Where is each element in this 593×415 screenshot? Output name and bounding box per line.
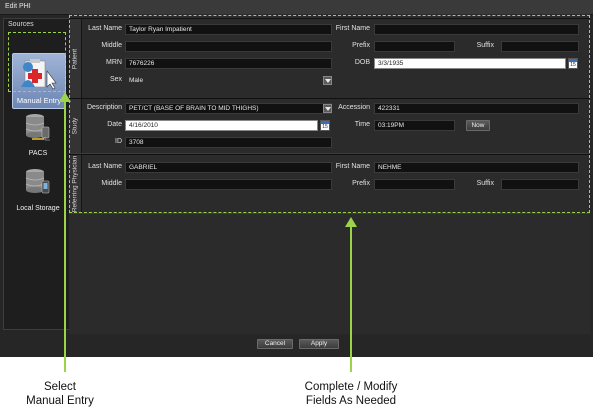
arrow-up-icon <box>59 92 71 372</box>
right-annotation: Complete / Modify Fields As Needed <box>304 381 398 407</box>
annotation-arrows <box>59 92 357 372</box>
arrow-up-icon <box>345 217 357 372</box>
left-annotation: Select Manual Entry <box>26 381 94 407</box>
